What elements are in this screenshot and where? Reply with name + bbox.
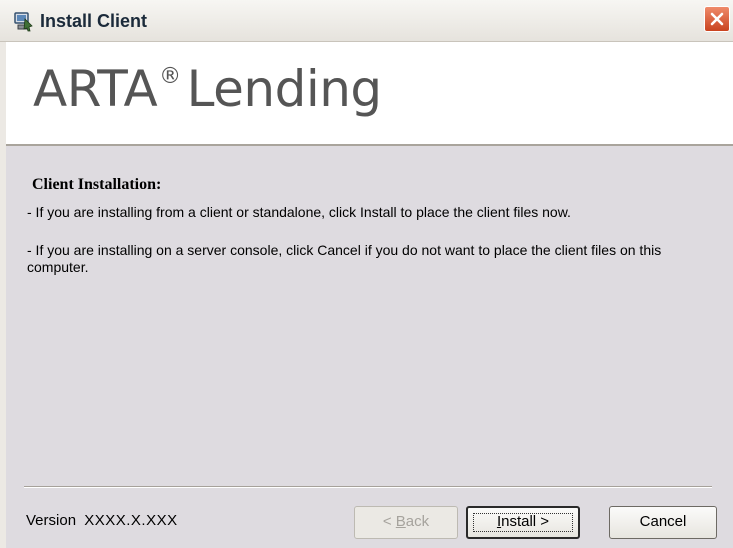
product-banner: ARTA® Lending [6,42,733,146]
cancel-button[interactable]: Cancel [609,506,717,539]
registered-mark: ® [159,64,181,89]
back-button-prefix: < [382,513,396,530]
version-label: Version [26,512,77,529]
instruction-paragraph-install: - If you are installing from a client or… [27,204,571,220]
installer-computer-icon [12,10,34,32]
title-bar[interactable]: Install Client [0,0,733,42]
version-info: Version XXXX.X.XXX [26,512,178,529]
dialog-body: Client Installation: - If you are instal… [6,146,733,548]
back-button-label: ack [405,513,430,530]
focus-indicator [473,513,573,532]
install-button[interactable]: Install > [466,506,580,539]
back-button[interactable]: < Back [354,506,458,539]
instruction-paragraph-cancel: - If you are installing on a server cons… [27,242,662,275]
back-button-accelerator: B [395,513,406,530]
product-logo: ARTA® Lending [33,60,382,118]
window-title: Install Client [40,11,148,31]
section-heading: Client Installation: [32,176,162,193]
product-suffix: Lending [186,60,383,118]
install-client-dialog: Install Client ARTA® Lending Client Insta… [0,0,733,548]
footer-separator [24,486,712,488]
close-button[interactable] [704,6,730,32]
close-x-icon [710,12,724,26]
version-number: XXXX.X.XXX [84,512,178,529]
product-name: ARTA [33,60,158,118]
